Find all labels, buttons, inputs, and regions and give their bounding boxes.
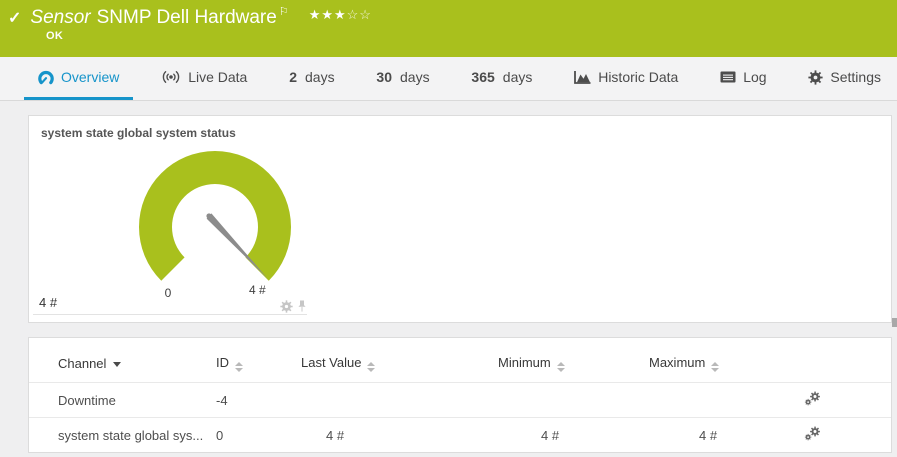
sort-icon xyxy=(557,362,565,372)
sort-desc-icon xyxy=(113,362,121,367)
pin-icon[interactable] xyxy=(297,300,307,313)
tab-number: 30 xyxy=(376,69,392,85)
gauge-max-label: 4 # xyxy=(249,283,266,297)
channel-settings-icon[interactable] xyxy=(804,426,821,441)
channel-last-value xyxy=(301,383,489,418)
scrollbar-nub[interactable] xyxy=(892,318,897,327)
tab-bar: Overview Live Data 2 days 30 days 365 da… xyxy=(0,57,897,101)
tab-label: Log xyxy=(743,69,766,85)
tab-live-data[interactable]: Live Data xyxy=(147,57,261,100)
tab-historic-data[interactable]: Historic Data xyxy=(560,57,692,100)
object-type-label: Sensor xyxy=(30,7,90,28)
tab-label: days xyxy=(503,69,533,85)
col-header-minimum[interactable]: Minimum xyxy=(489,338,644,383)
tab-log[interactable]: Log xyxy=(706,57,780,100)
col-header-id[interactable]: ID xyxy=(216,338,301,383)
gauge-cell-divider xyxy=(33,314,307,315)
channel-name[interactable]: system state global sys... xyxy=(29,418,216,453)
channel-settings-icon[interactable] xyxy=(804,391,821,406)
tab-number: 365 xyxy=(471,69,494,85)
gauge-current-value: 4 # xyxy=(39,295,57,310)
channel-maximum xyxy=(644,383,804,418)
channel-id: -4 xyxy=(216,383,301,418)
sensor-status-header: ✓ Sensor SNMP Dell Hardware⚐ ★★★☆☆ OK xyxy=(0,0,897,57)
status-badge: OK xyxy=(46,30,63,42)
stars-empty: ☆☆ xyxy=(347,7,372,22)
tab-label: days xyxy=(400,69,430,85)
historic-chart-icon xyxy=(574,71,591,84)
tab-overview[interactable]: Overview xyxy=(24,57,133,100)
gauge-title: system state global system status xyxy=(41,126,236,140)
gauge-chart xyxy=(135,143,295,289)
gauge-settings-icon[interactable] xyxy=(280,300,293,313)
channels-table: Channel ID Last Value Minimum Maximum Do… xyxy=(29,338,892,452)
channel-last-value: 4 # xyxy=(301,418,489,453)
channel-name[interactable]: Downtime xyxy=(29,383,216,418)
gauge-min-label: 0 xyxy=(157,286,179,300)
col-header-channel[interactable]: Channel xyxy=(29,338,216,383)
channel-minimum xyxy=(489,383,644,418)
tab-number: 2 xyxy=(289,69,297,85)
tab-label: days xyxy=(305,69,335,85)
priority-flag-icon[interactable]: ⚐ xyxy=(279,6,289,18)
gauge-icon xyxy=(38,70,54,85)
log-icon xyxy=(720,71,736,83)
col-header-actions xyxy=(804,338,892,383)
channel-id: 0 xyxy=(216,418,301,453)
channel-minimum: 4 # xyxy=(489,418,644,453)
tab-label: Historic Data xyxy=(598,69,678,85)
sort-icon xyxy=(235,362,243,372)
sort-icon xyxy=(367,362,375,372)
gear-icon xyxy=(808,70,823,85)
sort-icon xyxy=(711,362,719,372)
sensor-name: SNMP Dell Hardware xyxy=(97,7,277,28)
stars-filled: ★★★ xyxy=(309,7,347,22)
tab-label: Overview xyxy=(61,69,119,85)
tab-2-days[interactable]: 2 days xyxy=(275,57,348,100)
tab-settings[interactable]: Settings xyxy=(794,57,895,100)
col-header-maximum[interactable]: Maximum xyxy=(644,338,804,383)
page-title: Sensor SNMP Dell Hardware⚐ xyxy=(30,5,288,29)
table-row[interactable]: Downtime -4 xyxy=(29,383,892,418)
priority-stars[interactable]: ★★★☆☆ xyxy=(309,7,372,23)
col-header-last-value[interactable]: Last Value xyxy=(301,338,489,383)
channels-panel: Channel ID Last Value Minimum Maximum Do… xyxy=(28,337,892,453)
tab-365-days[interactable]: 365 days xyxy=(457,57,546,100)
table-row[interactable]: system state global sys... 0 4 # 4 # 4 # xyxy=(29,418,892,453)
table-header-row: Channel ID Last Value Minimum Maximum xyxy=(29,338,892,383)
ok-check-icon: ✓ xyxy=(8,8,21,28)
gauge-arc xyxy=(139,151,291,281)
gauge-panel: system state global system status 0 4 # … xyxy=(28,115,892,323)
channel-maximum: 4 # xyxy=(644,418,804,453)
live-data-icon xyxy=(161,70,181,84)
tab-label: Live Data xyxy=(188,69,247,85)
tab-30-days[interactable]: 30 days xyxy=(362,57,443,100)
tab-label: Settings xyxy=(830,69,881,85)
